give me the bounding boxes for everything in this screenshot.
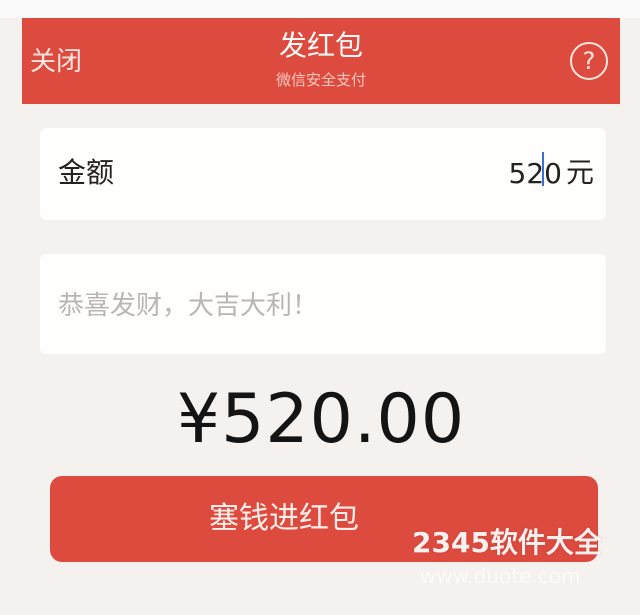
- text-cursor: [542, 152, 544, 186]
- status-strip: [0, 0, 640, 18]
- amount-unit: 元: [566, 156, 595, 189]
- total-amount: ¥520.00: [176, 380, 466, 459]
- app-frame: 关闭 发红包 微信安全支付 ? 金额 元 ¥520.00 塞钱进红包 2345软…: [0, 0, 640, 615]
- help-glyph: ?: [582, 47, 596, 75]
- watermark-url: www.duote.com: [420, 564, 581, 588]
- page-subtitle: 微信安全支付: [275, 71, 366, 89]
- header-bar: 关闭 发红包 微信安全支付 ?: [22, 18, 620, 104]
- submit-label: 塞钱进红包: [209, 501, 359, 536]
- question-circle-icon[interactable]: ?: [570, 42, 608, 80]
- watermark-logo: 2345软件大全: [412, 526, 602, 559]
- greeting-message-input[interactable]: [58, 286, 578, 326]
- amount-row: 金额 元: [40, 128, 606, 220]
- message-row: [40, 254, 606, 354]
- page-title: 发红包: [278, 29, 363, 62]
- amount-label: 金额: [58, 156, 115, 189]
